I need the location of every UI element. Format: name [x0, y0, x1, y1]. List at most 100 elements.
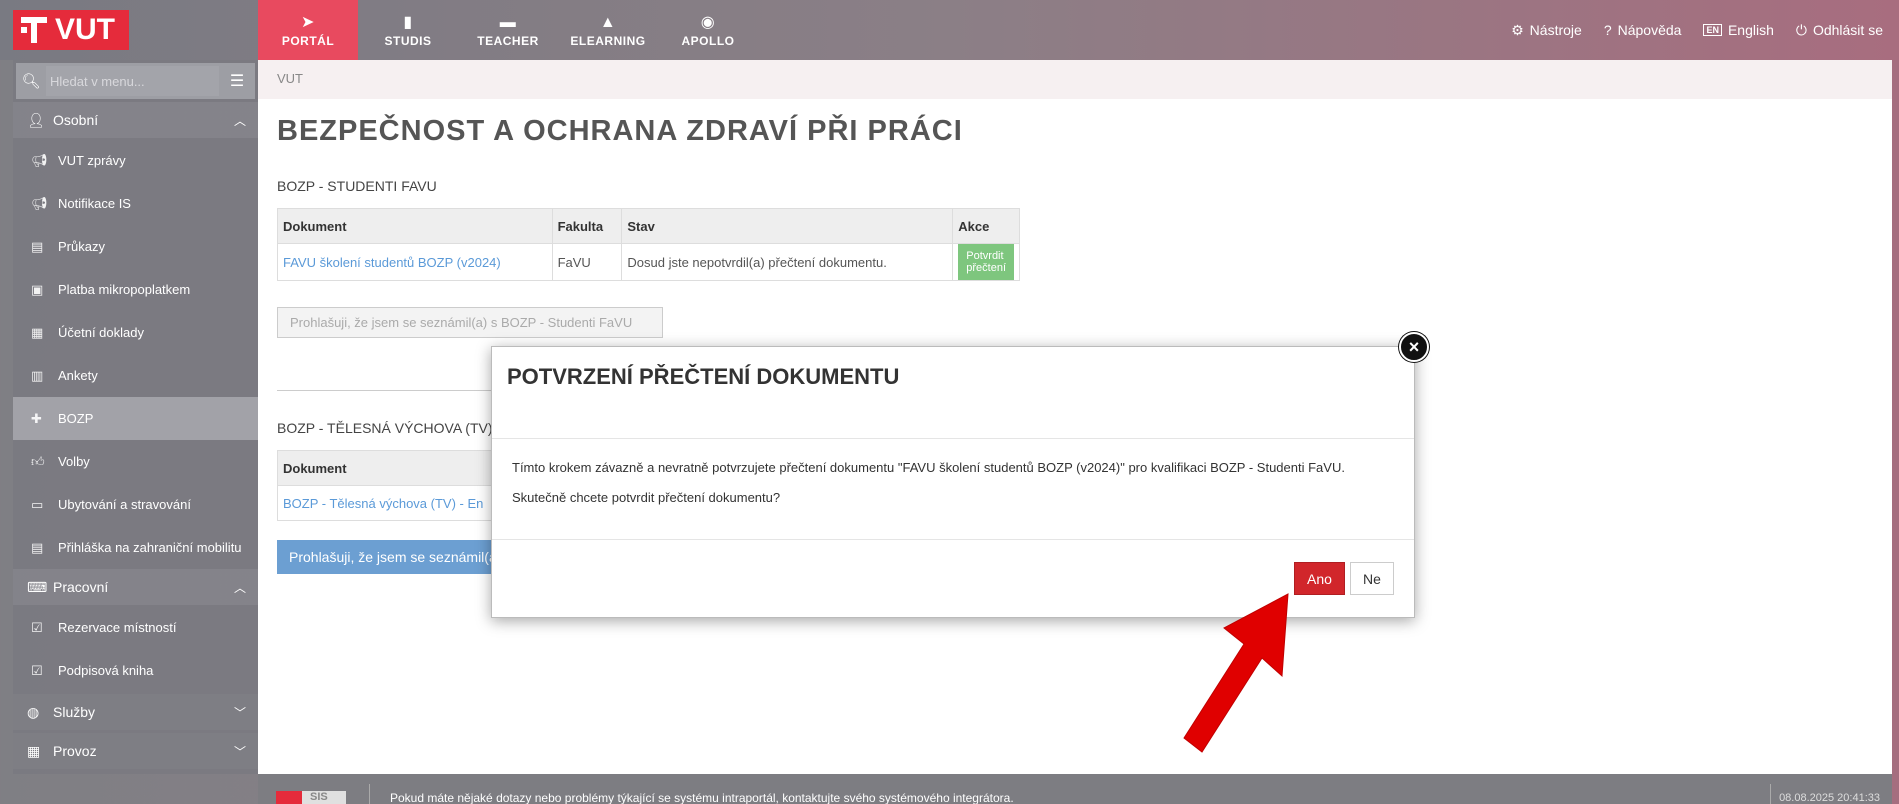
footer-timestamp: 08.08.2025 20:41:33 [1779, 792, 1880, 804]
tab-elearning[interactable]: ▲ ELEARNING [558, 0, 658, 60]
sidebar: 🔍︎ ☰ 👤︎ Osobní ︿ 📢︎ VUT zprávy 📢︎ Notifi… [13, 60, 258, 774]
menu-search-input[interactable] [46, 66, 219, 96]
chevron-down-icon: ﹀ [233, 706, 246, 720]
tools-link[interactable]: ⚙ Nástroje [1511, 22, 1582, 39]
help-link[interactable]: ? Nápověda [1604, 22, 1682, 38]
footer-logo-text: SIS [310, 791, 328, 803]
sidebar-item-elections[interactable]: 👍︎ Volby [13, 440, 258, 483]
tab-portal[interactable]: ➤ PORTÁL [258, 0, 358, 60]
logout-link[interactable]: ⏻ Odhlásit se [1796, 22, 1883, 39]
group-label: Provoz [53, 743, 97, 759]
group-label: Služby [53, 704, 96, 720]
sidebar-item-accommodation[interactable]: ▭ Ubytování a stravování [13, 483, 258, 526]
section-title-favu: BOZP - STUDENTI FAVU [277, 178, 437, 194]
tab-apollo[interactable]: ◉ APOLLO [658, 0, 758, 60]
tab-label: ELEARNING [570, 34, 646, 48]
keyboard-icon: ⌨ [27, 578, 48, 595]
document-link[interactable]: FAVU školení studentů BOZP (v2024) [283, 255, 501, 270]
menu-toggle-icon[interactable]: ☰ [219, 71, 255, 91]
clipboard-check-icon: ☑ [31, 662, 43, 678]
sidebar-item-accounting[interactable]: ▦ Účetní doklady [13, 311, 258, 354]
chevron-up-icon: ︿ [233, 581, 246, 595]
table-cell: FaVU [551, 243, 623, 281]
breadcrumb: VUT [258, 60, 1892, 99]
footer-divider [369, 784, 370, 804]
table-cell: BOZP - Tělesná výchova (TV) - En [277, 485, 527, 521]
breadcrumb-item[interactable]: VUT [277, 71, 303, 86]
tab-label: TEACHER [477, 34, 539, 48]
dialog-title: POTVRZENÍ PŘEČTENÍ DOKUMENTU [507, 364, 900, 389]
sidebar-item-surveys[interactable]: ▥ Ankety [13, 354, 258, 397]
logout-label: Odhlásit se [1812, 22, 1883, 38]
building-icon: ▦ [27, 742, 41, 759]
tab-label: PORTÁL [281, 34, 335, 48]
sidebar-group-operations[interactable]: ▦ Provoz ﹀ [13, 733, 258, 769]
sidebar-item-label: Ubytování a stravování [58, 497, 191, 512]
sidebar-item-micropayment[interactable]: ▣ Platba mikropoplatkem [13, 268, 258, 311]
footer: SIS Pokud máte nějaké dotazy nebo problé… [258, 774, 1892, 804]
logo-text: VUT [55, 13, 115, 46]
sidebar-item-label: Rezervace místností [58, 620, 177, 635]
table-row: FAVU školení studentů BOZP (v2024) FaVU … [277, 243, 1020, 281]
dialog-question: Skutečně chcete potvrdit přečtení dokume… [512, 490, 781, 505]
dialog-divider [492, 438, 1414, 439]
column-header: Dokument [277, 208, 553, 244]
column-header: Akce [952, 208, 1020, 244]
footer-text: Pokud máte nějaké dotazy nebo problémy t… [390, 791, 1014, 804]
sidebar-group-services[interactable]: ◍ Služby ﹀ [13, 694, 258, 730]
column-header: Fakulta [551, 208, 623, 244]
group-label: Osobní [53, 112, 99, 128]
tab-teacher[interactable]: ▬ TEACHER [458, 0, 558, 60]
tab-label: APOLLO [681, 34, 735, 48]
help-label: Nápověda [1617, 22, 1682, 38]
user-toolbar: ⚙ Nástroje ? Nápověda EN English ⏻ Odhlá… [1511, 0, 1883, 60]
bozp-tv-table: Dokument BOZP - Tělesná výchova (TV) - E… [277, 450, 527, 521]
clipboard-icon: ▥ [31, 367, 44, 383]
sidebar-item-room-booking[interactable]: ☑ Rezervace místností [13, 606, 258, 649]
flag-en-icon: EN [1703, 24, 1722, 36]
wallet-icon: ▣ [31, 281, 44, 297]
section-title-tv: BOZP - TĚLESNÁ VÝCHOVA (TV) [277, 420, 493, 436]
document-icon: ▤ [31, 539, 44, 555]
tab-studis[interactable]: ▮ STUDIS [358, 0, 458, 60]
sidebar-item-label: Přihláška na zahraniční mobilitu [58, 540, 242, 555]
table-cell: Dosud jste nepotvrdil(a) přečtení dokume… [621, 243, 954, 281]
section-divider [277, 390, 527, 391]
thumbs-up-icon: 👍︎ [31, 453, 45, 469]
footer-logo-mark-icon [276, 791, 302, 804]
vut-logo[interactable]: VUT [13, 10, 129, 50]
power-icon: ⏻ [1795, 21, 1807, 38]
sidebar-item-label: Platba mikropoplatkem [58, 282, 191, 297]
table-cell: Potvrdit přečtení [952, 243, 1020, 281]
megaphone-icon: 📢︎ [31, 152, 48, 168]
dialog-divider [492, 539, 1414, 540]
declare-favu-button[interactable]: Prohlašuji, že jsem se seznámil(a) s BOZ… [277, 307, 663, 338]
sidebar-item-cards[interactable]: ▤ Průkazy [13, 225, 258, 268]
column-header: Stav [621, 208, 954, 244]
menu-search: 🔍︎ ☰ [16, 63, 255, 99]
confirm-reading-button[interactable]: Potvrdit přečtení [958, 244, 1014, 280]
sidebar-item-signature-book[interactable]: ☑ Podpisová kniha [13, 649, 258, 692]
language-link[interactable]: EN English [1703, 22, 1774, 38]
question-icon: ? [1603, 22, 1612, 38]
megaphone-icon: 📢︎ [31, 195, 48, 211]
top-navigation: ➤ PORTÁL ▮ STUDIS ▬ TEACHER ▲ ELEARNING … [258, 0, 758, 60]
chevron-up-icon: ︿ [233, 114, 246, 128]
document-link[interactable]: BOZP - Tělesná výchova (TV) - En [283, 496, 483, 511]
yes-button[interactable]: Ano [1294, 562, 1345, 595]
tools-label: Nástroje [1529, 22, 1582, 38]
sidebar-item-notifications[interactable]: 📢︎ Notifikace IS [13, 182, 258, 225]
no-button[interactable]: Ne [1350, 562, 1394, 595]
sidebar-group-personal[interactable]: 👤︎ Osobní ︿ [13, 102, 258, 138]
sidebar-group-work[interactable]: ⌨ Pracovní ︿ [13, 569, 258, 605]
sidebar-item-bozp[interactable]: ✚ BOZP [13, 397, 258, 440]
footer-logo: SIS [276, 791, 346, 804]
graduation-cap-icon: ▲ [599, 14, 617, 31]
sidebar-item-mobility[interactable]: ▤ Přihláška na zahraniční mobilitu [13, 526, 258, 569]
user-icon: 👤︎ [27, 111, 45, 128]
close-icon[interactable]: × [1399, 332, 1429, 362]
sidebar-item-vut-news[interactable]: 📢︎ VUT zprávy [13, 139, 258, 182]
sidebar-item-label: Podpisová kniha [58, 663, 154, 678]
vut-logo-mark-icon [17, 13, 51, 47]
globe-icon: ◍ [27, 703, 40, 720]
